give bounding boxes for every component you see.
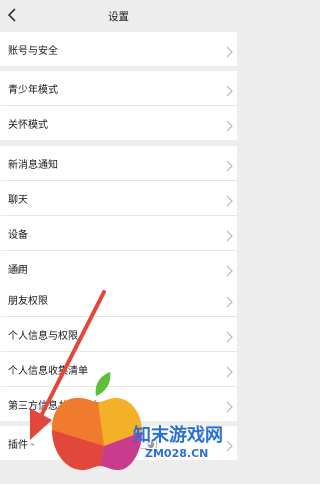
settings-item-friend-permissions[interactable]: 朋友权限 [0, 282, 237, 316]
settings-item-third-party-sharing[interactable]: 第三方信息共享清单 [0, 387, 237, 421]
settings-item-label: 聊天 [8, 195, 28, 206]
chevron-right-icon [226, 293, 233, 308]
section-title-privacy: 隐私 [8, 266, 24, 275]
location-pin-icon: ⌖ [30, 440, 35, 450]
chevron-right-icon [226, 157, 233, 172]
chevron-right-icon [226, 82, 233, 97]
chevron-right-icon [226, 262, 233, 277]
settings-item-label: 朋友权限 [8, 296, 48, 307]
chevron-right-icon [226, 398, 233, 413]
settings-item-label: 第三方信息共享清单 [8, 401, 98, 412]
settings-item-devices[interactable]: 设备 [0, 216, 237, 250]
chevron-right-icon [226, 117, 233, 132]
settings-item-teen-mode[interactable]: 青少年模式 [0, 71, 237, 105]
chevron-right-icon [226, 43, 233, 58]
settings-item-label: 设备 [8, 230, 28, 241]
settings-item-label: 关怀模式 [8, 120, 48, 131]
chevron-right-icon [226, 328, 233, 343]
chevron-right-icon [226, 192, 233, 207]
settings-item-general[interactable]: 通用 [0, 251, 237, 285]
bottom-spacer [0, 460, 237, 484]
chevron-right-icon [226, 437, 233, 452]
settings-item-label: 新消息通知 [8, 160, 58, 171]
watermark-text: 知末游戏网 [133, 425, 223, 446]
settings-item-care-mode[interactable]: 关怀模式 [0, 106, 237, 140]
watermark-url: ZM028.CN [145, 447, 209, 460]
page-title: 设置 [108, 11, 129, 23]
settings-item-notifications[interactable]: 新消息通知 [0, 146, 237, 180]
settings-item-label: 个人信息收集清单 [8, 366, 88, 377]
top-bar: 设置 [0, 0, 237, 32]
settings-item-label: 个人信息与权限 [8, 331, 78, 342]
settings-item-label: 插件 [8, 440, 28, 451]
chevron-right-icon [226, 363, 233, 378]
settings-item-info-collection-list[interactable]: 个人信息收集清单 [0, 352, 237, 386]
settings-item-label: 账号与安全 [8, 46, 58, 57]
settings-item-label: 青少年模式 [8, 85, 58, 96]
settings-item-account-security[interactable]: 账号与安全 [0, 32, 237, 66]
settings-item-chat[interactable]: 聊天 [0, 181, 237, 215]
chevron-right-icon [226, 227, 233, 242]
settings-item-personal-info-permissions[interactable]: 个人信息与权限 [0, 317, 237, 351]
